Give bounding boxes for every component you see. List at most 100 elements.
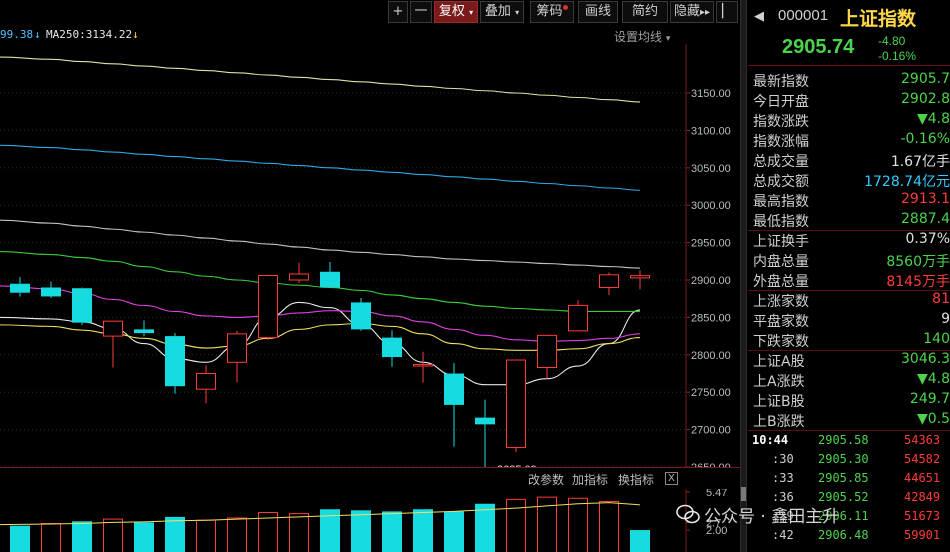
candle-body <box>320 271 340 288</box>
volume-chart[interactable]: 5.472.72.00 <box>0 489 740 552</box>
quote-value: 9 <box>941 311 950 327</box>
candle <box>444 363 464 447</box>
quote-row: 最高指数 2913.1 <box>748 190 950 210</box>
tick-volume: 51673 <box>904 509 941 523</box>
candle <box>320 262 340 288</box>
quote-value: 81 <box>932 291 950 307</box>
tick-time: :30 <box>772 452 794 466</box>
quote-row: 上涨家数 81 <box>748 290 950 310</box>
quote-value: 2902.8 <box>901 91 950 107</box>
quote-label: 上证换手 <box>753 234 809 250</box>
zoom-in-button[interactable]: + <box>388 1 408 23</box>
tick-volume: 44651 <box>904 471 941 485</box>
yincang-button[interactable]: 隐藏▸▸ <box>670 1 714 23</box>
quote-value: 1728.74亿元 <box>864 174 950 190</box>
zoom-out-button[interactable]: 一 <box>410 1 432 23</box>
quote-row: 平盘家数 9 <box>748 310 950 330</box>
ma-line-4 <box>0 219 641 269</box>
stock-change: -4.80 -0.16% <box>878 34 916 64</box>
volume-bar <box>351 510 371 552</box>
candle <box>227 330 247 383</box>
diejia-button[interactable]: 叠加 ▾ <box>480 1 524 23</box>
volume-bar <box>475 503 495 552</box>
candle <box>568 300 588 332</box>
chouma-button[interactable]: 筹码 <box>530 1 574 23</box>
fuquan-label: 复权 <box>438 4 465 19</box>
candle <box>630 270 650 290</box>
quote-label: 下跌家数 <box>753 334 809 350</box>
quote-label: 平盘家数 <box>753 314 809 330</box>
volume-bar <box>382 511 402 552</box>
ma250-value: MA250:3134.22 <box>46 28 133 41</box>
volume-bar <box>568 497 588 552</box>
fuquan-button[interactable]: 复权 ▾ <box>434 1 478 23</box>
candle-body <box>10 283 30 293</box>
huaxian-button[interactable]: 画线 <box>578 1 618 23</box>
quote-label: 最低指数 <box>753 214 809 230</box>
volume-bar <box>10 525 30 552</box>
candle <box>506 359 526 453</box>
candle-body <box>568 304 588 332</box>
ma-value-1: 99.38 <box>0 28 34 41</box>
tick-volume: 59901 <box>904 528 941 542</box>
setting-ma-button[interactable]: 设置均线 ▾ <box>614 28 670 45</box>
candle <box>72 287 92 325</box>
stock-code: 000001 <box>778 7 829 24</box>
tick-volume: 54582 <box>904 452 941 466</box>
add-indicator-button[interactable]: 加指标 <box>572 471 608 488</box>
candle-body <box>599 274 619 288</box>
yincang-label: 隐藏 <box>673 4 700 19</box>
quote-row: 总成交量 1.67亿手 <box>748 150 950 170</box>
candle <box>475 399 495 467</box>
quote-label: 最新指数 <box>753 74 809 90</box>
tick-volume: 54363 <box>904 433 941 447</box>
volume-bar <box>413 509 433 552</box>
quote-label: 指数涨跌 <box>753 114 809 130</box>
ma-arrow-down-icon: ↓ <box>34 28 41 41</box>
candle-body <box>72 288 92 323</box>
candle <box>165 333 185 394</box>
chart-toolbar: + 一 复权 ▾ 叠加 ▾ 筹码 画线 简约 隐藏▸▸ ▏ <box>0 0 742 24</box>
tick-price: 2905.85 <box>818 471 869 485</box>
quote-value: 3046.3 <box>901 351 950 367</box>
quote-row: 指数涨跌 ▼4.8 <box>748 110 950 130</box>
tick-volume: 42849 <box>904 490 941 504</box>
candle-body <box>134 329 154 334</box>
modify-params-button[interactable]: 改参数 <box>528 471 564 488</box>
tick-price: 2905.58 <box>818 433 869 447</box>
volume-bar <box>630 530 650 552</box>
quote-label: 上A涨跌 <box>753 374 805 390</box>
side-toggle-button[interactable]: ▏ <box>716 1 738 23</box>
quote-label: 指数涨幅 <box>753 134 809 150</box>
change-percent: -0.16% <box>878 49 917 63</box>
price-axis-label: 2850.00 <box>691 312 731 324</box>
candlestick-chart[interactable]: 3150.00 3100.00 3050.00 3000.00 2950.00 2900.… <box>0 44 740 467</box>
tick-row: :42 2906.48 59901 <box>748 527 950 543</box>
candle <box>258 275 278 340</box>
candle-body <box>630 275 650 279</box>
candle <box>599 272 619 295</box>
candle <box>196 365 216 404</box>
quote-row: 今日开盘 2902.8 <box>748 90 950 110</box>
splitter-grip-handle[interactable] <box>741 487 746 501</box>
candle <box>537 334 557 379</box>
panel-splitter[interactable] <box>740 0 747 552</box>
jianyue-button[interactable]: 简约 <box>622 1 668 23</box>
volume-bar <box>196 519 216 552</box>
quote-label: 上证B股 <box>753 394 805 410</box>
close-indicator-icon[interactable]: X <box>665 472 678 485</box>
quote-label: 内盘总量 <box>753 254 809 270</box>
quote-value: ▼0.5 <box>916 411 950 427</box>
switch-indicator-button[interactable]: 换指标 <box>618 471 654 488</box>
volume-bar <box>227 517 247 552</box>
ma-line-2 <box>0 285 641 342</box>
tick-row: :33 2905.85 44651 <box>748 470 950 486</box>
divider <box>748 430 950 431</box>
price-axis-label: 2900.00 <box>691 275 731 287</box>
quote-row: 总成交额 1728.74亿元 <box>748 170 950 190</box>
notification-dot-icon <box>562 5 568 10</box>
candle-body <box>289 273 309 281</box>
back-arrow-icon[interactable]: ◀ <box>754 8 764 24</box>
diejia-label: 叠加 <box>484 4 511 19</box>
quote-row: 内盘总量 8560万手 <box>748 250 950 270</box>
